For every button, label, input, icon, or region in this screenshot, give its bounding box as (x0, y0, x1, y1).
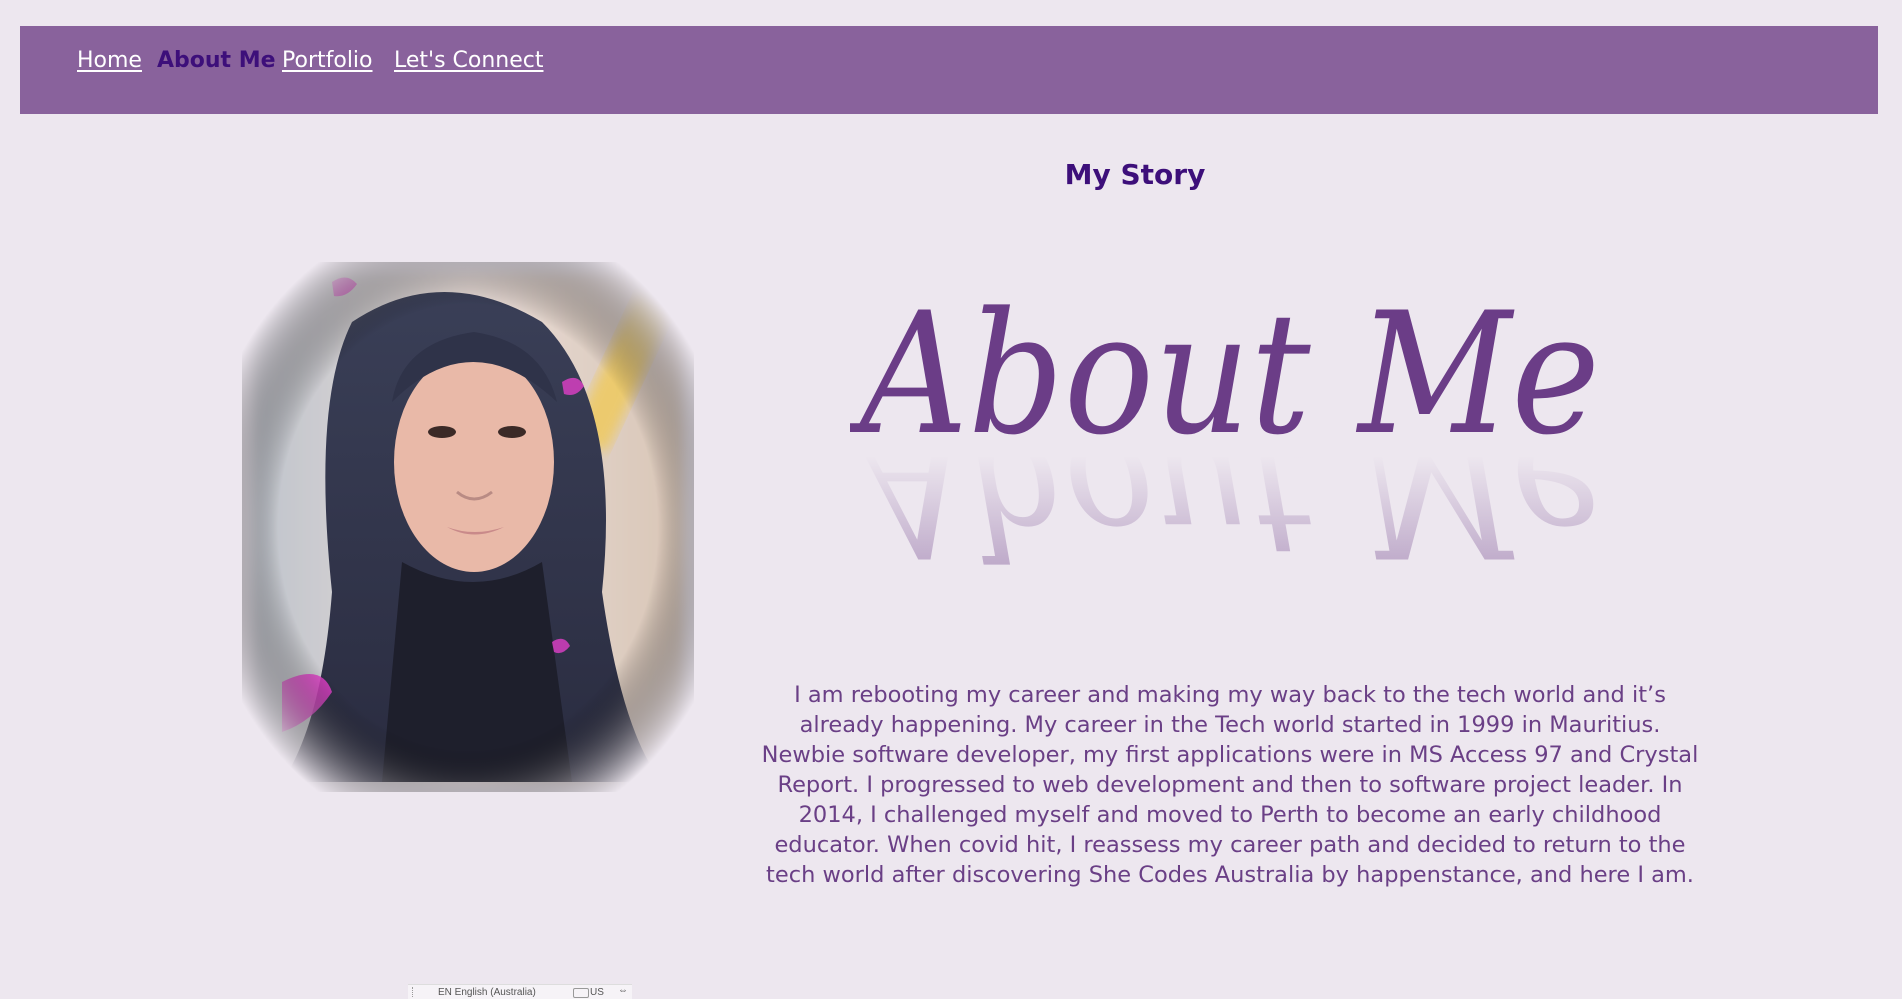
language-indicator[interactable]: EN English (Australia) (438, 987, 536, 998)
nav-link-about-me[interactable]: About Me (157, 48, 276, 73)
nav-link-lets-connect[interactable]: Let's Connect (394, 48, 544, 73)
profile-photo (242, 262, 694, 792)
options-icon[interactable]: ⇔ (618, 985, 628, 996)
about-me-script-banner: About Me About Me (850, 276, 1600, 592)
about-me-reflection: About Me (850, 397, 1600, 592)
drag-grip-icon[interactable] (412, 987, 415, 997)
nav-link-home[interactable]: Home (77, 48, 142, 73)
top-nav: Home About Me Portfolio Let's Connect (20, 26, 1878, 114)
page-heading: My Story (1064, 158, 1206, 191)
keyboard-layout[interactable]: US (590, 987, 604, 998)
nav-link-portfolio[interactable]: Portfolio (282, 48, 373, 73)
keyboard-icon (573, 988, 589, 998)
bio-paragraph: I am rebooting my career and making my w… (761, 682, 1699, 888)
language-bar[interactable]: EN English (Australia) US ⇔ (408, 984, 632, 999)
